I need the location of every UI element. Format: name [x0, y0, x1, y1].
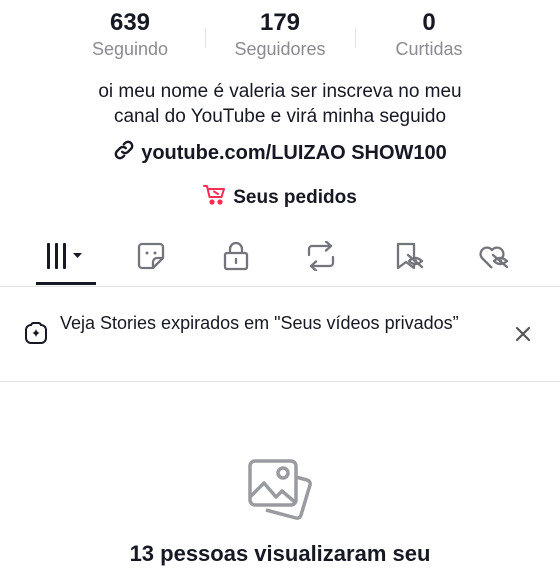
link-icon: [113, 139, 135, 167]
tab-selected-indicator: [36, 282, 96, 285]
cart-icon: [203, 184, 227, 212]
followers-label: Seguidores: [234, 39, 326, 59]
orders-label: Seus pedidos: [233, 187, 357, 208]
repost-icon: [305, 239, 337, 276]
profile-link[interactable]: youtube.com/LUIZAO SHOW100: [0, 140, 560, 166]
stat-followers[interactable]: 179 Seguidores: [205, 8, 355, 60]
profile-tabs: [0, 230, 560, 287]
link-text: youtube.com/LUIZAO SHOW100: [141, 141, 447, 164]
followers-count: 179: [259, 9, 301, 36]
tab-private[interactable]: [193, 230, 279, 286]
tab-favorites[interactable]: [366, 230, 452, 286]
banner-text: Veja Stories expirados em "Seus vídeos p…: [60, 313, 459, 333]
likes-count: 0: [422, 9, 436, 36]
liked-hidden-icon: [477, 241, 511, 276]
stat-following[interactable]: 639 Seguindo: [55, 8, 205, 60]
likes-label: Curtidas: [395, 39, 463, 59]
close-icon[interactable]: [514, 325, 534, 345]
orders-link[interactable]: Seus pedidos: [0, 184, 560, 212]
sticker-icon: [136, 241, 166, 276]
add-story-icon: [24, 321, 48, 350]
bookmark-hidden-icon: [393, 241, 425, 276]
stat-likes[interactable]: 0 Curtidas: [354, 8, 504, 60]
photo-stack-icon: [247, 457, 313, 528]
lock-icon: [222, 241, 250, 276]
grid-videos-icon: [43, 242, 89, 275]
bio-line: canal do YouTube e virá minha seguido: [113, 106, 447, 127]
expired-stories-banner[interactable]: Veja Stories expirados em "Seus vídeos p…: [0, 287, 560, 382]
tab-videos[interactable]: [23, 230, 109, 286]
bio-line: oi meu nome é valeria ser inscreva no me…: [98, 81, 462, 102]
following-count: 639: [109, 9, 151, 36]
following-label: Seguindo: [91, 39, 169, 59]
tab-reposts[interactable]: [278, 230, 364, 286]
empty-state-title: 13 pessoas visualizaram seu: [129, 541, 431, 566]
profile-bio: oi meu nome é valeria ser inscreva no me…: [0, 79, 560, 129]
tab-stickers[interactable]: [108, 230, 194, 286]
tab-liked[interactable]: [451, 230, 537, 286]
profile-stats: 639 Seguindo 179 Seguidores 0 Curtidas: [0, 8, 560, 62]
